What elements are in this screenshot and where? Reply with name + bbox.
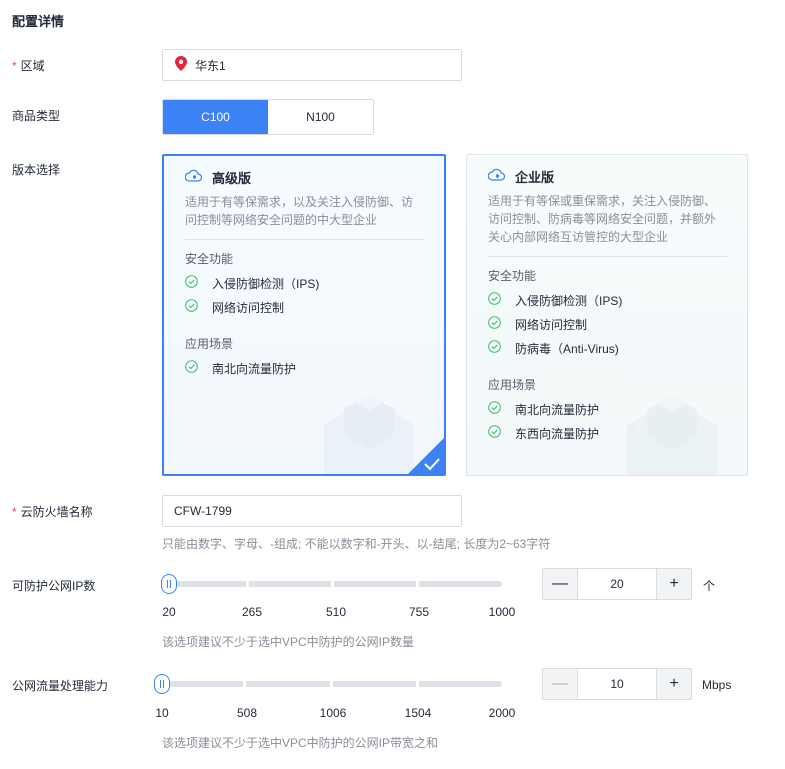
check-circle-icon bbox=[488, 401, 501, 417]
public-ip-unit: 个 bbox=[703, 579, 716, 593]
feature-item: 防病毒（Anti-Virus) bbox=[488, 340, 747, 356]
slider-tick-label: 510 bbox=[325, 605, 347, 619]
check-circle-icon bbox=[488, 340, 501, 356]
feature-item: 网络访问控制 bbox=[185, 299, 444, 315]
public-ip-slider-track[interactable] bbox=[162, 581, 502, 587]
slider-tick-label: 1000 bbox=[488, 605, 516, 619]
slider-tick bbox=[416, 681, 419, 687]
check-circle-icon bbox=[488, 425, 501, 441]
card-divider bbox=[185, 239, 424, 240]
slider-tick bbox=[330, 681, 333, 687]
increment-button[interactable]: + bbox=[657, 569, 691, 599]
public-ip-value[interactable]: 20 bbox=[577, 569, 657, 599]
feature-item: 入侵防御检测（IPS) bbox=[488, 292, 747, 308]
bandwidth-slider-thumb[interactable] bbox=[154, 674, 170, 694]
edition-card-desc: 适用于有等保或重保需求，关注入侵防御、访问控制、防病毒等网络安全问题，并额外关心… bbox=[488, 194, 717, 244]
edition-card-title: 高级版 bbox=[212, 171, 252, 186]
building-illustration bbox=[627, 395, 717, 475]
bandwidth-hint: 该选项建议不少于选中VPC中防护的公网IP带宽之和 bbox=[162, 736, 439, 750]
edition-card-desc: 适用于有等保需求，以及关注入侵防御、访问控制等网络安全问题的中大型企业 bbox=[185, 195, 414, 227]
slider-tick-label: 755 bbox=[408, 605, 430, 619]
firewall-name-hint: 只能由数字、字母、-组成; 不能以数字和-开头、以-结尾; 长度为2~63字符 bbox=[162, 537, 551, 551]
slider-tick-label: 508 bbox=[236, 706, 258, 720]
bandwidth-unit: Mbps bbox=[702, 678, 732, 692]
edition-card-advanced[interactable]: 高级版 适用于有等保需求，以及关注入侵防御、访问控制等网络安全问题的中大型企业 … bbox=[162, 154, 446, 476]
feature-item: 网络访问控制 bbox=[488, 316, 747, 332]
card-divider bbox=[488, 256, 727, 257]
slider-tick-label: 2000 bbox=[488, 706, 516, 720]
slider-tick-label: 265 bbox=[241, 605, 263, 619]
edition-label: 版本选择 bbox=[12, 163, 61, 177]
region-select[interactable]: 华东1 bbox=[162, 49, 462, 81]
section-title: 配置详情 bbox=[12, 14, 65, 29]
cloud-shield-icon bbox=[487, 168, 506, 185]
firewall-name-input[interactable]: CFW-1799 bbox=[162, 495, 462, 527]
decrement-button[interactable]: — bbox=[543, 669, 577, 699]
product-type-label: 商品类型 bbox=[12, 109, 61, 123]
bandwidth-label: 公网流量处理能力 bbox=[12, 679, 109, 693]
security-heading: 安全功能 bbox=[488, 269, 537, 283]
check-circle-icon bbox=[185, 360, 198, 376]
firewall-name-label: * 云防火墙名称 bbox=[12, 505, 93, 519]
increment-button[interactable]: + bbox=[657, 669, 691, 699]
security-heading: 安全功能 bbox=[185, 252, 234, 266]
slider-tick-label: 10 bbox=[155, 706, 169, 720]
cloud-shield-icon bbox=[184, 169, 203, 186]
product-type-c100[interactable]: C100 bbox=[163, 100, 268, 134]
slider-tick bbox=[331, 581, 334, 587]
product-type-n100[interactable]: N100 bbox=[268, 100, 373, 134]
slider-tick bbox=[246, 581, 249, 587]
slider-tick bbox=[243, 681, 246, 687]
bandwidth-value[interactable]: 10 bbox=[577, 669, 657, 699]
check-circle-icon bbox=[185, 299, 198, 315]
location-pin-icon bbox=[175, 56, 187, 74]
selected-check-icon bbox=[408, 438, 444, 474]
bandwidth-slider-track[interactable] bbox=[156, 681, 502, 687]
slider-tick-label: 1006 bbox=[319, 706, 347, 720]
public-ip-stepper: — 20 + bbox=[542, 568, 692, 600]
check-circle-icon bbox=[488, 316, 501, 332]
slider-tick bbox=[416, 581, 419, 587]
check-circle-icon bbox=[488, 292, 501, 308]
region-value: 华东1 bbox=[195, 58, 226, 73]
slider-tick-label: 1504 bbox=[404, 706, 432, 720]
decrement-button[interactable]: — bbox=[543, 569, 577, 599]
slider-tick-label: 20 bbox=[162, 605, 176, 619]
check-circle-icon bbox=[185, 275, 198, 291]
region-label: * 区域 bbox=[12, 59, 45, 73]
public-ip-slider-thumb[interactable] bbox=[161, 574, 177, 594]
feature-item: 入侵防御检测（IPS) bbox=[185, 275, 444, 291]
edition-card-enterprise[interactable]: 企业版 适用于有等保或重保需求，关注入侵防御、访问控制、防病毒等网络安全问题，并… bbox=[466, 154, 748, 476]
public-ip-label: 可防护公网IP数 bbox=[12, 579, 96, 593]
product-type-segmented: C100 N100 bbox=[162, 99, 374, 135]
edition-card-title: 企业版 bbox=[515, 170, 555, 185]
bandwidth-stepper: — 10 + bbox=[542, 668, 692, 700]
public-ip-hint: 该选项建议不少于选中VPC中防护的公网IP数量 bbox=[162, 635, 415, 649]
scenario-heading: 应用场景 bbox=[185, 337, 234, 351]
